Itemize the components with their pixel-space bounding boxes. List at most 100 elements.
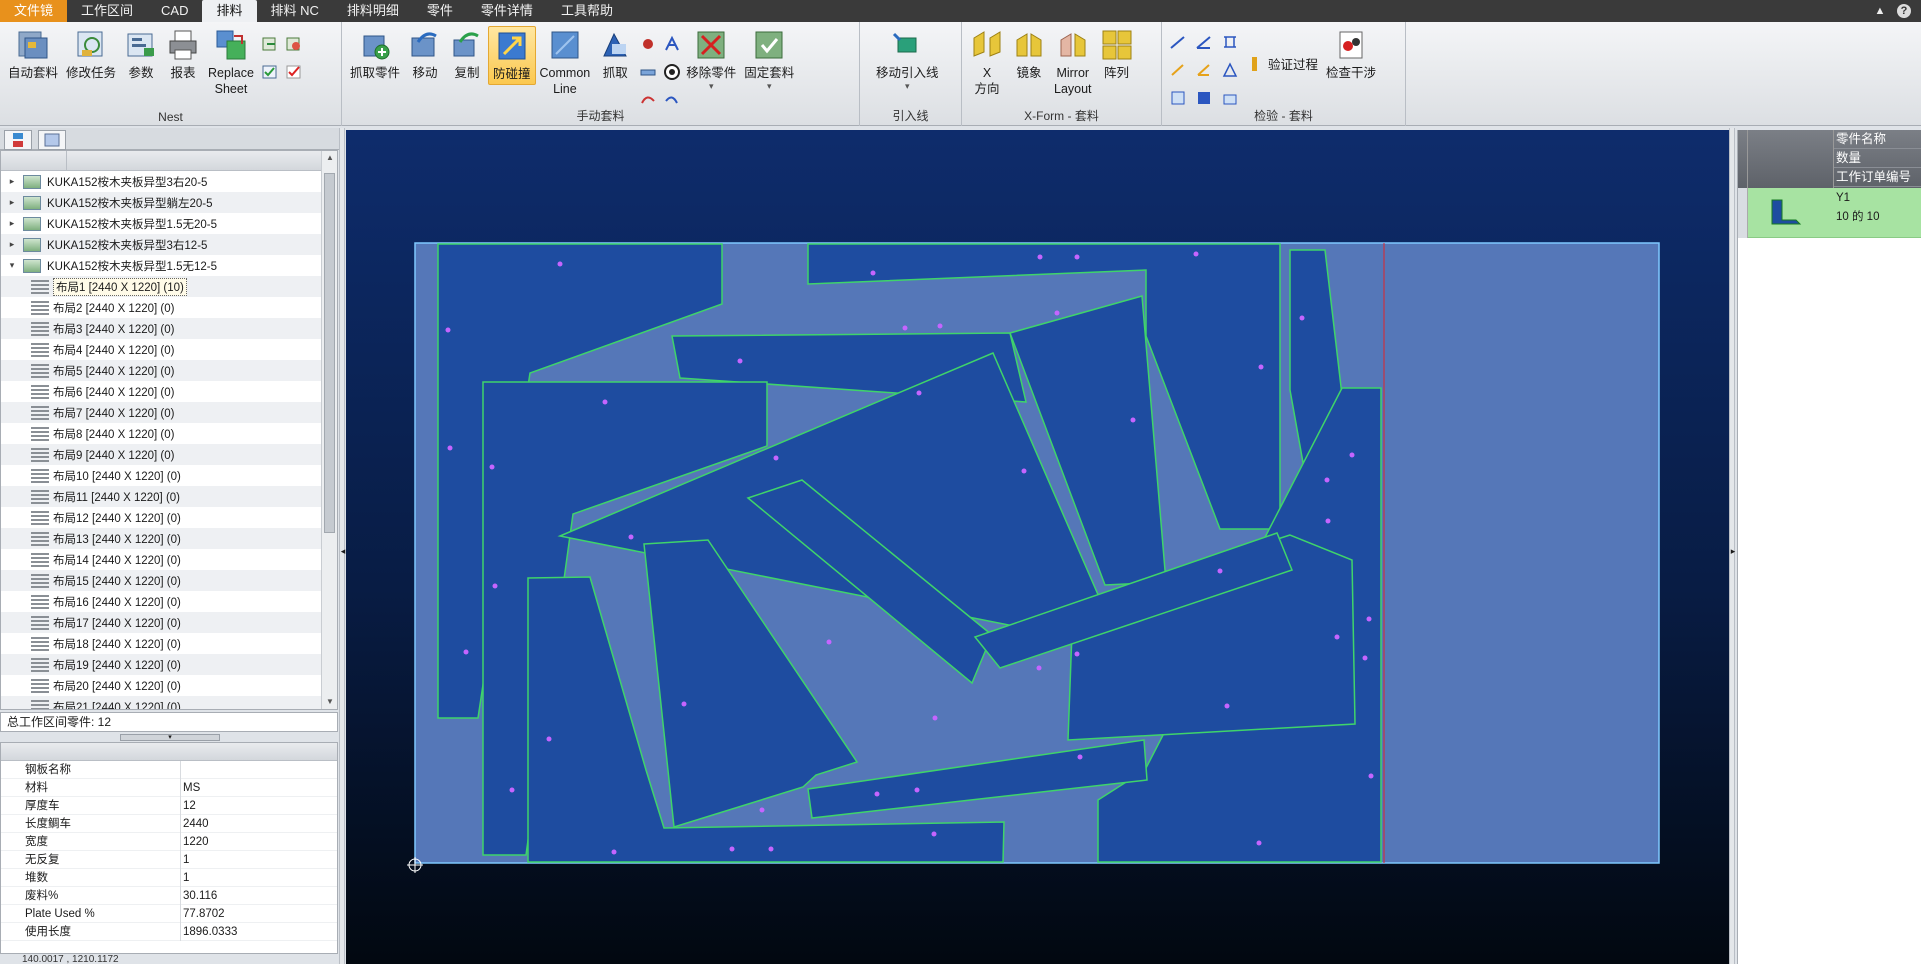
replace-sheet-button[interactable]: Replace Sheet bbox=[204, 26, 258, 99]
tree-layout-row[interactable]: 布局20 [2440 X 1220] (0) bbox=[1, 675, 337, 696]
tree-part-row[interactable]: ▾ KUKA152桉木夹板异型1.5无12-5 bbox=[1, 255, 337, 276]
grid-tool-icon[interactable] bbox=[1169, 89, 1187, 107]
tree-layout-row[interactable]: 布局9 [2440 X 1220] (0) bbox=[1, 444, 337, 465]
tree-layout-row[interactable]: 布局6 [2440 X 1220] (0) bbox=[1, 381, 337, 402]
tree-layout-row[interactable]: 布局15 [2440 X 1220] (0) bbox=[1, 570, 337, 591]
tree-layout-row[interactable]: 布局11 [2440 X 1220] (0) bbox=[1, 486, 337, 507]
header-part-name[interactable]: 零件名称 bbox=[1834, 130, 1921, 149]
tree-layout-row[interactable]: 布局5 [2440 X 1220] (0) bbox=[1, 360, 337, 381]
text-a-icon[interactable] bbox=[663, 35, 681, 53]
left-splitter[interactable]: ◂ bbox=[339, 128, 345, 964]
parameters-button[interactable]: 参数 bbox=[120, 26, 162, 83]
tree-layout-row[interactable]: 布局14 [2440 X 1220] (0) bbox=[1, 549, 337, 570]
move-button[interactable]: 移动 bbox=[404, 26, 446, 83]
array-button[interactable]: 阵列 bbox=[1096, 26, 1138, 83]
tab-nest[interactable]: 排料 bbox=[202, 0, 257, 22]
tree-layout-row[interactable]: 布局8 [2440 X 1220] (0) bbox=[1, 423, 337, 444]
tree-part-row[interactable]: ▸ KUKA152桉木夹板异型1.5无20-5 bbox=[1, 213, 337, 234]
row-selector[interactable] bbox=[1738, 188, 1748, 238]
tree-part-row[interactable]: ▸ KUKA152桉木夹板异型3右20-5 bbox=[1, 171, 337, 192]
triangle-tool-icon[interactable] bbox=[1221, 61, 1239, 79]
expand-icon[interactable]: ▸ bbox=[7, 197, 17, 208]
line-tool-icon[interactable] bbox=[1169, 61, 1187, 79]
property-row[interactable]: 长度鲷车 2440 bbox=[1, 814, 337, 833]
measure-icon[interactable] bbox=[639, 63, 657, 81]
help-icon[interactable]: ? bbox=[1897, 4, 1911, 18]
common-line-button[interactable]: Common Line bbox=[536, 26, 595, 99]
property-value[interactable]: 30.116 bbox=[181, 890, 217, 902]
tree-layout-row[interactable]: 布局17 [2440 X 1220] (0) bbox=[1, 612, 337, 633]
list-view-tab[interactable] bbox=[38, 130, 66, 150]
property-value[interactable]: 1 bbox=[181, 872, 189, 884]
target-icon[interactable] bbox=[663, 63, 681, 81]
grab-part-button[interactable]: 抓取零件 bbox=[346, 26, 404, 83]
tree-layout-row[interactable]: 布局7 [2440 X 1220] (0) bbox=[1, 402, 337, 423]
tab-part-detail[interactable]: 零件详情 bbox=[467, 0, 547, 22]
dimension-icon[interactable] bbox=[1221, 33, 1239, 51]
angle-tool-2-icon[interactable] bbox=[1195, 33, 1213, 51]
collision-avoid-button[interactable]: 防碰撞 bbox=[488, 26, 536, 85]
tree-layout-row[interactable]: 布局12 [2440 X 1220] (0) bbox=[1, 507, 337, 528]
report-button[interactable]: 报表 bbox=[162, 26, 204, 83]
verify-process-button[interactable]: 验证过程 bbox=[1242, 50, 1322, 77]
tree-layout-row[interactable]: 布局10 [2440 X 1220] (0) bbox=[1, 465, 337, 486]
property-row[interactable]: 厚度车 12 bbox=[1, 796, 337, 815]
tree-part-row[interactable]: ▸ KUKA152桉木夹板异型躺左20-5 bbox=[1, 192, 337, 213]
tree-layout-row[interactable]: 布局16 [2440 X 1220] (0) bbox=[1, 591, 337, 612]
export-icon[interactable] bbox=[261, 35, 279, 53]
expand-icon[interactable]: ▸ bbox=[7, 218, 17, 229]
tab-nest-nc[interactable]: 排料 NC bbox=[257, 0, 333, 22]
fix-nest-button[interactable]: 固定套料 ▾ bbox=[740, 26, 798, 94]
tab-nest-detail[interactable]: 排料明细 bbox=[333, 0, 413, 22]
property-row[interactable]: 材料 MS bbox=[1, 778, 337, 797]
header-quantity[interactable]: 数量 bbox=[1834, 149, 1921, 168]
tree-layout-row[interactable]: 布局1 [2440 X 1220] (10) bbox=[1, 276, 337, 297]
right-splitter[interactable]: ▸ bbox=[1729, 128, 1735, 964]
tree-layout-row[interactable]: 布局3 [2440 X 1220] (0) bbox=[1, 318, 337, 339]
property-row[interactable]: Plate Used % 77.8702 bbox=[1, 904, 337, 923]
property-row[interactable]: 钢板名称 bbox=[1, 760, 337, 779]
collapse-icon[interactable]: ▾ bbox=[7, 260, 17, 271]
modify-task-button[interactable]: 修改任务 bbox=[62, 26, 120, 83]
tree-layout-row[interactable]: 布局4 [2440 X 1220] (0) bbox=[1, 339, 337, 360]
scroll-up-icon[interactable]: ▲ bbox=[322, 151, 337, 165]
header-work-order[interactable]: 工作订单编号 bbox=[1834, 168, 1921, 187]
tab-workspace[interactable]: 工作区间 bbox=[67, 0, 147, 22]
scroll-thumb[interactable] bbox=[324, 173, 335, 533]
expand-icon[interactable]: ▸ bbox=[7, 239, 17, 250]
tree-layout-row[interactable]: 布局18 [2440 X 1220] (0) bbox=[1, 633, 337, 654]
tree-layout-row[interactable]: 布局2 [2440 X 1220] (0) bbox=[1, 297, 337, 318]
grid-tool-2-icon[interactable] bbox=[1195, 89, 1213, 107]
move-leadin-button[interactable]: 移动引入线 ▾ bbox=[872, 26, 943, 94]
tree-layout-row[interactable]: 布局13 [2440 X 1220] (0) bbox=[1, 528, 337, 549]
property-row[interactable]: 使用长度 1896.0333 bbox=[1, 922, 337, 941]
checkmark-icon[interactable] bbox=[285, 63, 303, 81]
property-row[interactable]: 宽度 1220 bbox=[1, 832, 337, 851]
snap-button[interactable]: 抓取 bbox=[594, 26, 636, 83]
import-icon[interactable] bbox=[285, 35, 303, 53]
property-value[interactable]: 2440 bbox=[181, 818, 209, 830]
parts-list-row[interactable]: Y1 10 的 10 bbox=[1738, 188, 1921, 238]
check-interference-button[interactable]: 检查干涉 bbox=[1322, 26, 1380, 83]
property-value[interactable]: MS bbox=[181, 782, 200, 794]
copy-button[interactable]: 复制 bbox=[446, 26, 488, 83]
bug-icon[interactable] bbox=[639, 35, 657, 53]
tab-cad[interactable]: CAD bbox=[147, 0, 202, 22]
tree-part-row[interactable]: ▸ KUKA152桉木夹板异型3右12-5 bbox=[1, 234, 337, 255]
tab-file[interactable]: 文件镜 bbox=[0, 0, 68, 22]
property-value[interactable]: 1 bbox=[181, 854, 189, 866]
panel-splitter[interactable]: ▾ bbox=[120, 734, 220, 741]
nest-canvas[interactable] bbox=[346, 130, 1729, 964]
property-row[interactable]: 废料% 30.116 bbox=[1, 886, 337, 905]
tab-tools-help[interactable]: 工具帮助 bbox=[547, 0, 627, 22]
tree-layout-row[interactable]: 布局21 [2440 X 1220] (0) bbox=[1, 696, 337, 709]
check-list-icon[interactable] bbox=[261, 63, 279, 81]
tree-layout-row[interactable]: 布局19 [2440 X 1220] (0) bbox=[1, 654, 337, 675]
line-tool-2-icon[interactable] bbox=[1195, 61, 1213, 79]
chevron-up-icon[interactable]: ▲ bbox=[1873, 4, 1887, 18]
property-value[interactable]: 77.8702 bbox=[181, 908, 225, 920]
property-row[interactable]: 堆数 1 bbox=[1, 868, 337, 887]
remove-part-button[interactable]: 移除零件 ▾ bbox=[682, 26, 740, 94]
tree-view-tab[interactable] bbox=[4, 130, 32, 150]
auto-nest-button[interactable]: 自动套料 bbox=[4, 26, 62, 83]
